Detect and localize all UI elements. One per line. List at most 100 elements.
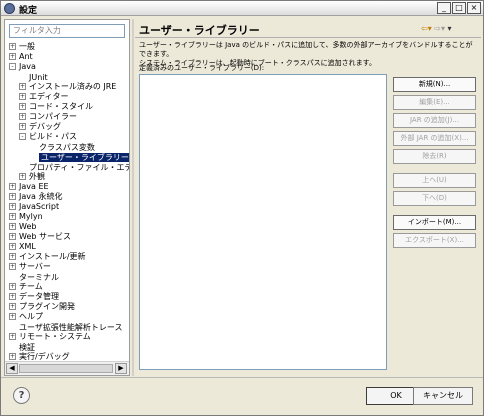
expand-icon[interactable]: + [19, 83, 26, 90]
tree-item[interactable]: + リモート・システム [9, 332, 91, 342]
menu-chevron-icon[interactable]: ▾ [448, 24, 452, 33]
tree-item-label: コンパイラー [29, 112, 77, 121]
tree-item[interactable]: 検証 [9, 342, 35, 352]
expand-icon[interactable]: + [9, 253, 16, 260]
tree-item-label: インストール済みの JRE [29, 82, 117, 91]
maximize-button[interactable]: □ [452, 2, 466, 14]
expand-icon[interactable]: + [9, 233, 16, 240]
tree-item[interactable]: + デバッグ [19, 122, 61, 132]
tree-item[interactable]: ユーザ拡張性能解析トレース [9, 322, 122, 332]
tree-item[interactable]: + ヘルプ [9, 312, 43, 322]
expand-icon[interactable]: + [9, 243, 16, 250]
expand-icon[interactable]: + [9, 223, 16, 230]
expand-icon[interactable]: + [9, 43, 16, 50]
library-action-button[interactable]: 除去(R) [393, 149, 476, 164]
scroll-thumb[interactable] [19, 364, 113, 373]
tree-item[interactable]: + Java EE [9, 182, 49, 192]
tree-item-label: JUnit [29, 73, 48, 82]
library-action-button[interactable]: JAR の追加(J)... [393, 113, 476, 128]
history-nav: ⇦▾ ⇨▾ ▾ [421, 24, 452, 33]
tree-item-label: JavaScript [19, 202, 60, 211]
minimize-button[interactable]: _ [437, 2, 451, 14]
tree-item[interactable]: + コンパイラー [19, 112, 77, 122]
expand-icon[interactable]: + [9, 203, 16, 210]
library-action-button[interactable]: インポート(M)... [393, 215, 476, 230]
tree-item[interactable]: - Java [9, 62, 36, 72]
user-libraries-page: ユーザー・ライブラリー ⇦▾ ⇨▾ ▾ ユーザー・ライブラリーは Java のビ… [135, 19, 481, 376]
tree-item[interactable]: + 外観 [19, 172, 45, 182]
tree-item-label: ビルド・パス [29, 132, 77, 141]
expand-icon[interactable]: + [19, 103, 26, 110]
tree-item-label: チーム [19, 282, 43, 291]
expand-icon[interactable]: + [9, 183, 16, 190]
expand-icon[interactable]: + [19, 93, 26, 100]
tree-item[interactable]: + インストール済みの JRE [19, 82, 116, 92]
tree-item-label: Java [19, 62, 36, 71]
tree-item[interactable]: + Web [9, 222, 36, 232]
expand-icon[interactable]: + [19, 123, 26, 130]
preferences-nav-pane: フィルタ入力 + 一般 + Ant - Java JUnit + インストール済みの JRE + エ… [4, 19, 130, 376]
tree-item-label: エディター [29, 92, 69, 101]
library-action-button[interactable]: 外部 JAR の追加(X)... [393, 131, 476, 146]
expand-icon[interactable]: + [9, 283, 16, 290]
expand-icon[interactable]: + [9, 263, 16, 270]
library-action-button[interactable]: エクスポート(X)... [393, 233, 476, 248]
expand-icon[interactable]: + [19, 173, 26, 180]
tree-item[interactable]: + インストール/更新 [9, 252, 86, 262]
expand-icon[interactable]: + [9, 293, 16, 300]
tree-item[interactable]: ターミナル [9, 272, 59, 282]
tree-item[interactable]: + コード・スタイル [19, 102, 93, 112]
tree-item-label: 一般 [19, 42, 35, 51]
collapse-icon[interactable]: - [19, 133, 26, 140]
back-arrow-icon[interactable]: ⇦▾ [421, 24, 432, 33]
tree-item[interactable]: + Mylyn [9, 212, 43, 222]
expand-icon[interactable]: + [9, 353, 16, 360]
cancel-button[interactable]: キャンセル [413, 387, 473, 405]
tree-item[interactable]: + プラグイン開発 [9, 302, 75, 312]
expand-icon[interactable]: + [9, 213, 16, 220]
tree-item[interactable]: + Java 永続化 [9, 192, 62, 202]
tree-item[interactable]: + Web サービス [9, 232, 71, 242]
tree-item[interactable]: + 実行/デバッグ [9, 352, 70, 360]
tree-item[interactable]: + JavaScript [9, 202, 59, 212]
tree-item[interactable]: + 一般 [9, 42, 35, 52]
library-action-button[interactable]: 新規(N)... [393, 77, 476, 92]
expand-icon[interactable]: + [9, 313, 16, 320]
scroll-right-icon[interactable]: ▶ [115, 363, 127, 374]
forward-arrow-icon[interactable]: ⇨▾ [434, 24, 445, 33]
tree-item[interactable]: + Ant [9, 52, 33, 62]
help-icon[interactable]: ? [13, 387, 30, 404]
collapse-icon[interactable]: - [9, 63, 16, 70]
tree-item[interactable]: + XML [9, 242, 36, 252]
expand-icon[interactable]: + [9, 193, 16, 200]
scroll-left-icon[interactable]: ◀ [6, 363, 18, 374]
library-action-button[interactable]: 編集(E)... [393, 95, 476, 110]
tree-item-label: ヘルプ [19, 312, 43, 321]
library-action-button[interactable]: 下へ(D) [393, 191, 476, 206]
close-button[interactable]: × [467, 2, 481, 14]
tree-item[interactable]: クラスパス変数 [29, 142, 95, 152]
user-library-list[interactable] [139, 74, 387, 370]
description-line-1: ユーザー・ライブラリーは Java のビルド・パスに追加して、多数の外部アーカイ… [139, 41, 473, 58]
tree-item-label: クラスパス変数 [39, 143, 95, 152]
tree-item[interactable]: JUnit [19, 72, 48, 82]
pane-divider[interactable] [132, 19, 134, 376]
expand-icon[interactable]: + [9, 303, 16, 310]
preferences-window: 設定 _ □ × フィルタ入力 + 一般 + Ant - Java JUnit + インストール… [0, 0, 484, 416]
expand-icon[interactable]: + [9, 333, 16, 340]
tree-item-label: 実行/デバッグ [19, 352, 70, 360]
horizontal-scrollbar[interactable]: ◀ ▶ [5, 361, 129, 375]
tree-item[interactable]: - ビルド・パス [19, 132, 77, 142]
tree-item[interactable]: + データ管理 [9, 292, 59, 302]
tree-item[interactable]: + チーム [9, 282, 43, 292]
library-action-button[interactable]: 上へ(U) [393, 173, 476, 188]
tree-item[interactable]: ユーザー・ライブラリー [29, 152, 129, 162]
tree-item[interactable]: プロパティ・ファイル・エディタ [19, 162, 129, 172]
expand-icon[interactable]: + [9, 53, 16, 60]
tree-item[interactable]: + サーバー [9, 262, 51, 272]
expand-icon[interactable]: + [19, 113, 26, 120]
tree-item-label: ターミナル [19, 273, 59, 282]
tree-item-label: XML [19, 242, 36, 251]
tree-item[interactable]: + エディター [19, 92, 68, 102]
filter-input[interactable]: フィルタ入力 [9, 24, 125, 38]
